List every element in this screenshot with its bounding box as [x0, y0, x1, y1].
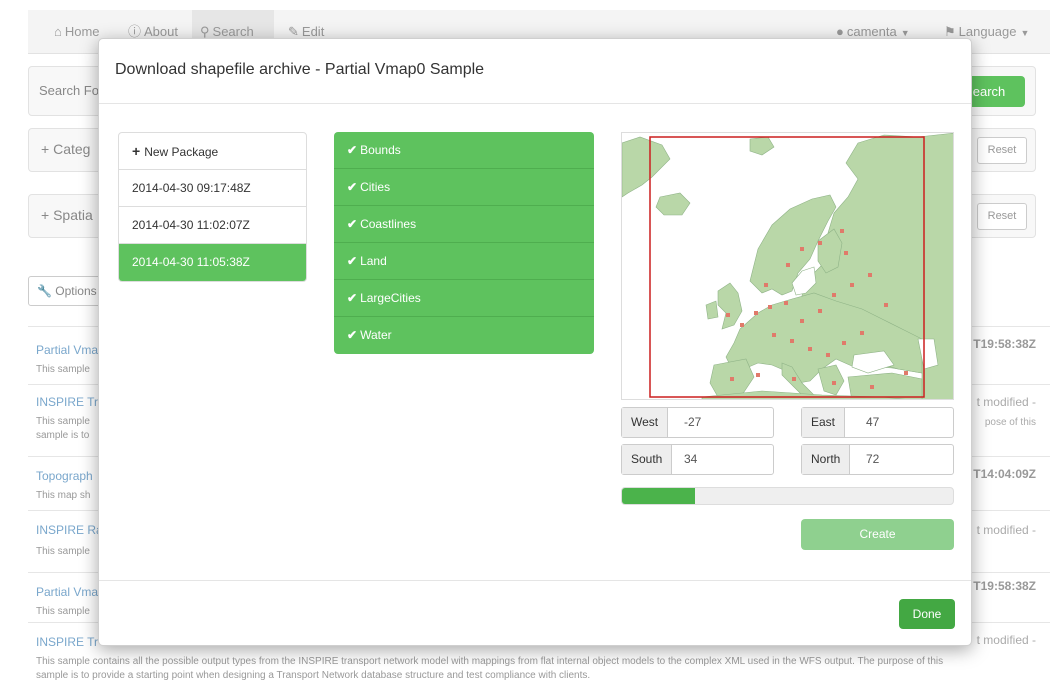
city-marker: [764, 283, 768, 287]
layer-label: Coastlines: [360, 217, 417, 231]
north-value[interactable]: 72: [866, 445, 879, 474]
package-list: + New Package 2014-04-30 09:17:48Z 2014-0…: [118, 132, 307, 282]
city-marker: [832, 381, 836, 385]
divider: [99, 580, 971, 581]
check-icon: ✔: [347, 328, 358, 342]
city-marker: [768, 305, 772, 309]
layer-item-water[interactable]: ✔ Water: [334, 317, 594, 354]
city-marker: [740, 323, 744, 327]
city-marker: [784, 301, 788, 305]
east-label: East: [802, 408, 846, 437]
package-item[interactable]: 2014-04-30 09:17:48Z: [119, 170, 306, 207]
check-icon: ✔: [347, 291, 358, 305]
download-modal: Download shapefile archive - Partial Vma…: [98, 38, 972, 646]
city-marker: [730, 377, 734, 381]
city-marker: [808, 347, 812, 351]
north-label: North: [802, 445, 851, 474]
layer-item-bounds[interactable]: ✔ Bounds: [334, 132, 594, 169]
city-marker: [800, 247, 804, 251]
create-button[interactable]: Create: [801, 519, 954, 550]
divider: [99, 103, 971, 104]
south-value[interactable]: 34: [684, 445, 697, 474]
north-field[interactable]: North 72: [801, 444, 954, 475]
city-marker: [884, 303, 888, 307]
south-label: South: [622, 445, 673, 474]
east-field[interactable]: East 47: [801, 407, 954, 438]
package-item-selected[interactable]: 2014-04-30 11:05:38Z: [119, 244, 306, 281]
city-marker: [844, 251, 848, 255]
city-marker: [786, 263, 790, 267]
west-label: West: [622, 408, 669, 437]
map-view[interactable]: [621, 132, 954, 400]
city-marker: [818, 241, 822, 245]
progress-bar: [621, 487, 954, 505]
city-marker: [850, 283, 854, 287]
layer-item-land[interactable]: ✔ Land: [334, 243, 594, 280]
city-marker: [818, 309, 822, 313]
city-marker: [826, 353, 830, 357]
city-marker: [842, 341, 846, 345]
layer-item-cities[interactable]: ✔ Cities: [334, 169, 594, 206]
plus-icon: +: [132, 143, 141, 159]
check-icon: ✔: [347, 254, 358, 268]
south-field[interactable]: South 34: [621, 444, 774, 475]
west-field[interactable]: West -27: [621, 407, 774, 438]
layer-label: Cities: [360, 180, 391, 194]
new-package-label: New Package: [144, 145, 219, 159]
package-item[interactable]: 2014-04-30 11:02:07Z: [119, 207, 306, 244]
layer-label: Land: [360, 254, 387, 268]
city-marker: [800, 319, 804, 323]
city-marker: [792, 377, 796, 381]
layer-item-coastlines[interactable]: ✔ Coastlines: [334, 206, 594, 243]
done-button[interactable]: Done: [899, 599, 955, 629]
city-marker: [904, 371, 908, 375]
city-marker: [754, 311, 758, 315]
layer-list: ✔ Bounds ✔ Cities ✔ Coastlines ✔ Land ✔ Large…: [334, 132, 594, 354]
modal-title: Download shapefile archive - Partial Vma…: [115, 61, 485, 78]
city-marker: [832, 293, 836, 297]
west-value[interactable]: -27: [684, 408, 701, 437]
map-canvas: [622, 133, 953, 399]
layer-label: LargeCities: [360, 291, 421, 305]
city-marker: [726, 313, 730, 317]
new-package-button[interactable]: + New Package: [119, 133, 306, 170]
check-icon: ✔: [347, 217, 358, 231]
layer-label: Bounds: [360, 143, 401, 157]
check-icon: ✔: [347, 143, 358, 157]
city-marker: [756, 373, 760, 377]
city-marker: [860, 331, 864, 335]
city-marker: [870, 385, 874, 389]
layer-label: Water: [360, 328, 392, 342]
layer-item-largecities[interactable]: ✔ LargeCities: [334, 280, 594, 317]
city-marker: [868, 273, 872, 277]
east-value[interactable]: 47: [866, 408, 879, 437]
city-marker: [790, 339, 794, 343]
city-marker: [840, 229, 844, 233]
progress-fill: [622, 488, 695, 504]
city-marker: [772, 333, 776, 337]
check-icon: ✔: [347, 180, 358, 194]
